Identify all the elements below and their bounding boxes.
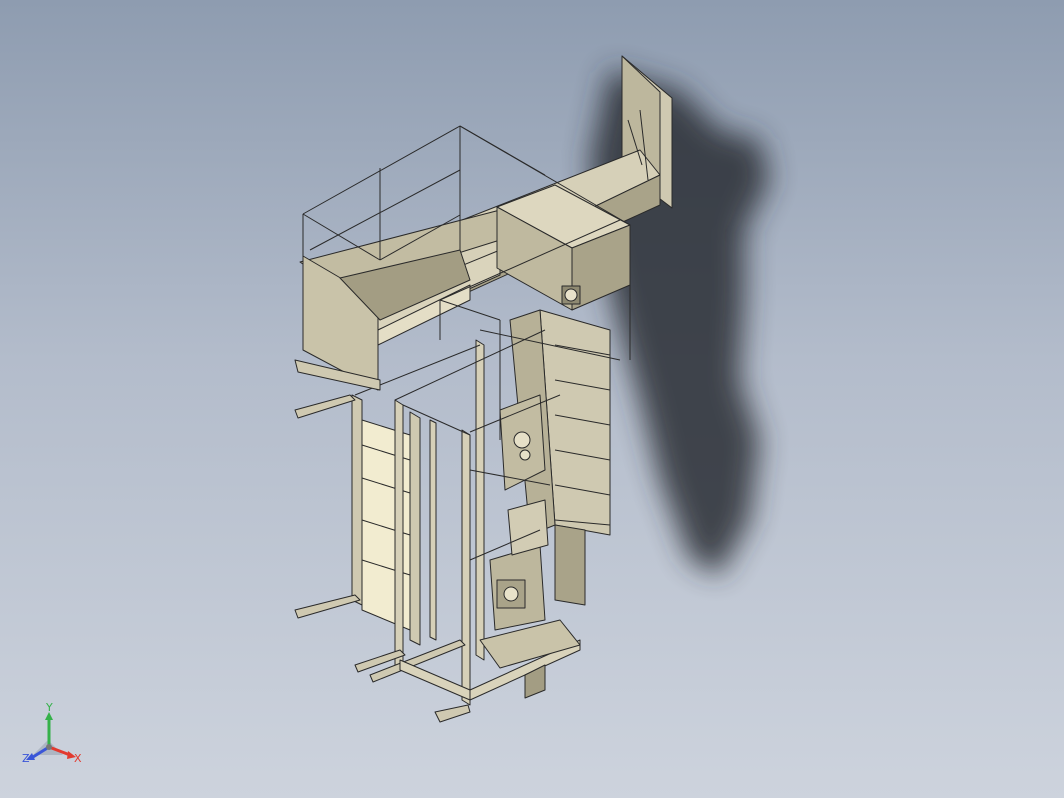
- model-shadow: [590, 70, 770, 575]
- inner-mechanism: [489, 394, 549, 631]
- z-axis-label: Z: [22, 752, 30, 765]
- machine-model[interactable]: [0, 0, 1064, 798]
- y-axis-label: Y: [45, 701, 53, 714]
- axis-triad: Y X Z: [18, 700, 90, 772]
- x-axis-label: X: [74, 752, 82, 765]
- cad-viewport[interactable]: Y X Z: [0, 0, 1064, 798]
